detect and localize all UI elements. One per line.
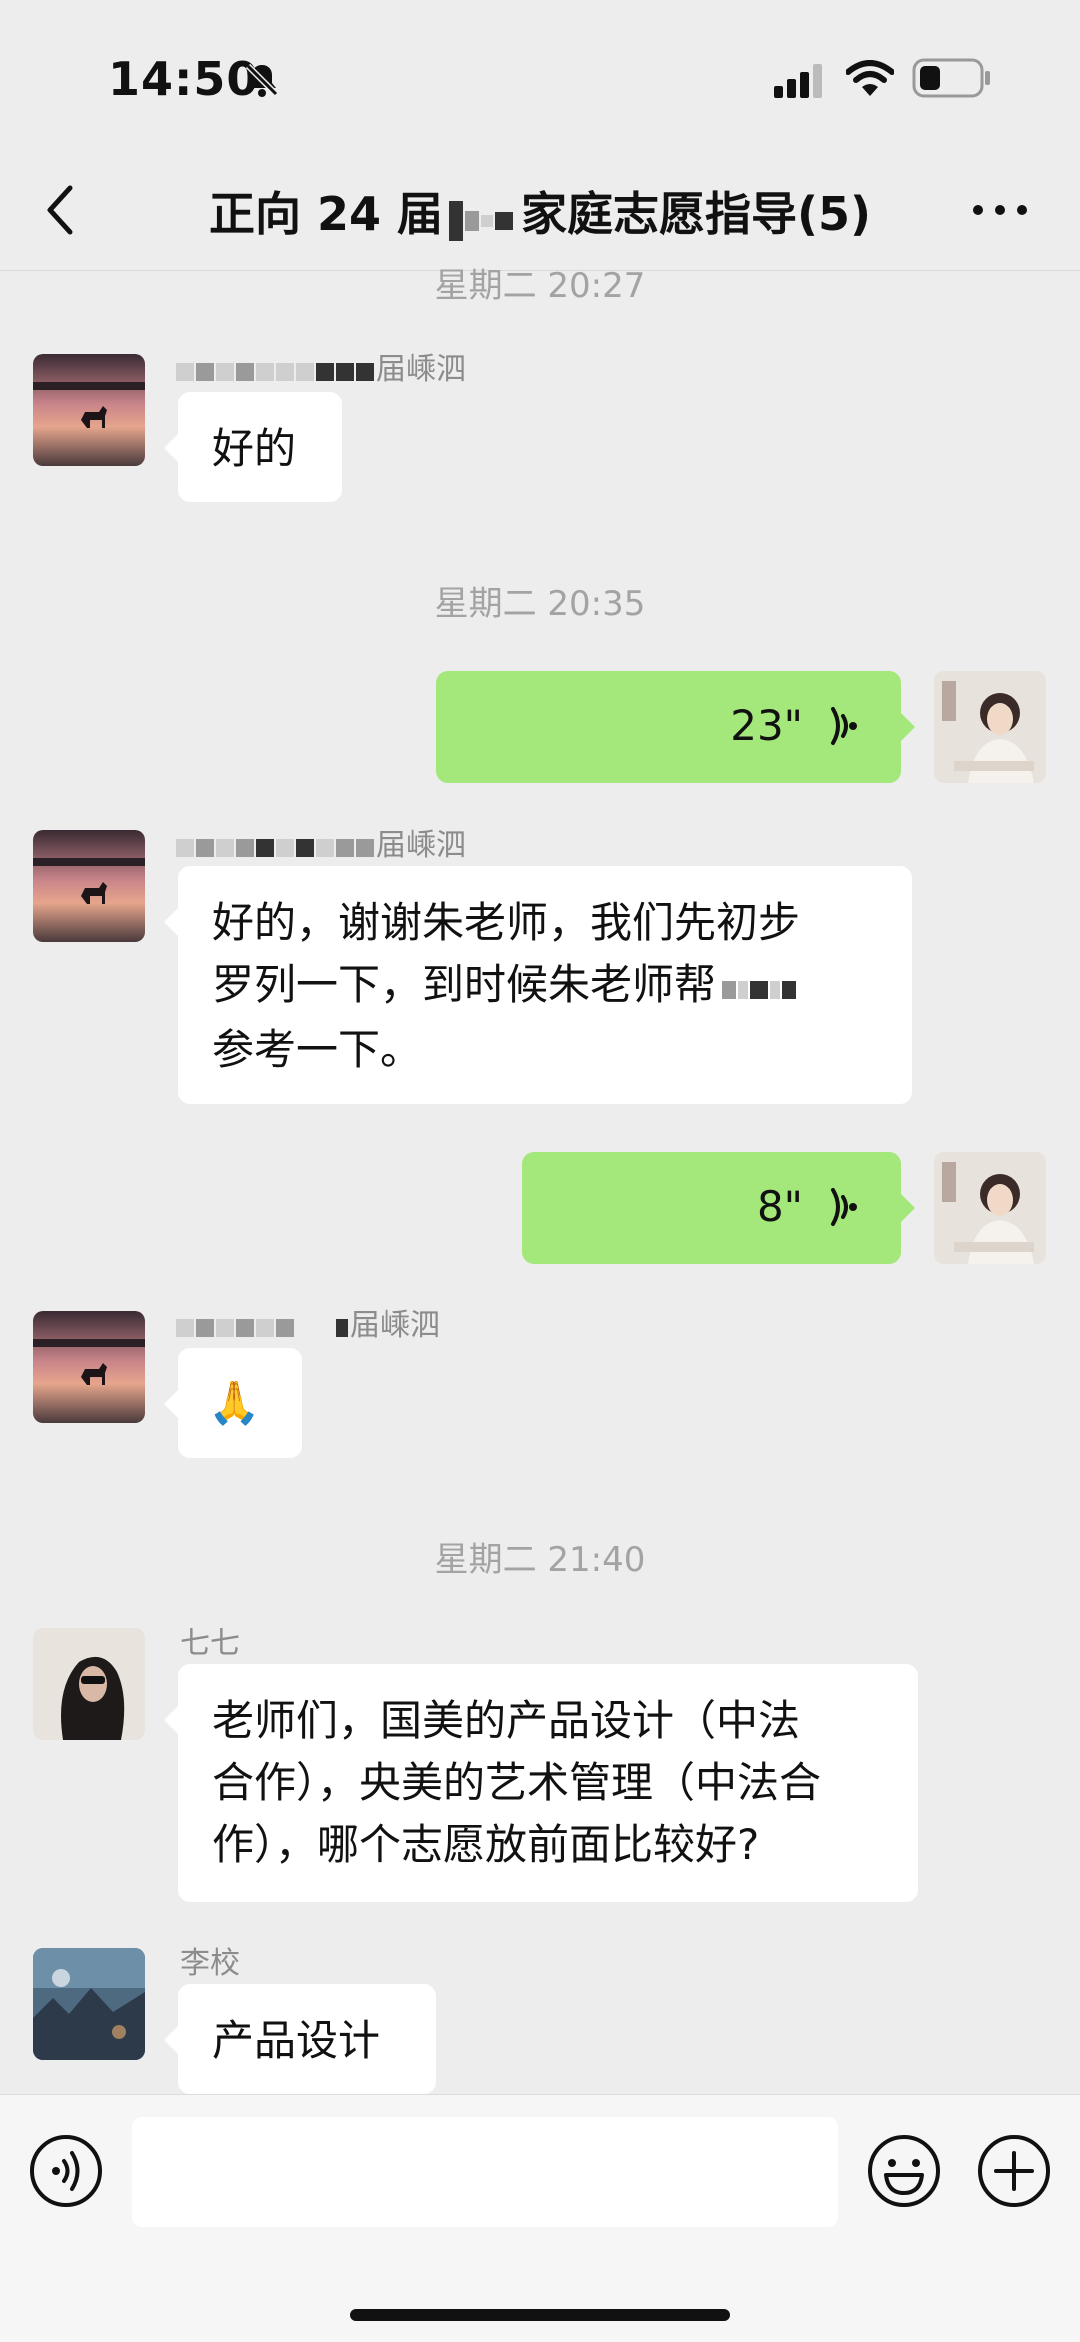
timestamp: 星期二 20:35 [434, 584, 646, 624]
signal-icon [774, 64, 822, 98]
message-text: 好的 [212, 424, 297, 473]
plus-icon[interactable] [976, 2133, 1052, 2209]
chat-title-start: 正向 24 届 [208, 187, 443, 241]
message-text-line: 好的，谢谢朱老师，我们先初步 [212, 898, 801, 947]
redacted-name [448, 191, 515, 245]
voice-message-bubble[interactable]: 8" [522, 1152, 915, 1264]
message-bubble[interactable]: 好的，谢谢朱老师，我们先初步 罗列一下，到时候朱老师帮 参考一下。 [164, 866, 912, 1104]
message-input[interactable] [132, 2117, 838, 2227]
avatar-image [934, 671, 1046, 783]
voice-message-bubble[interactable]: 23" [436, 671, 915, 783]
status-bar: 14:50 [0, 0, 1080, 150]
message-bubble[interactable]: 好的 [164, 392, 342, 502]
chat-title: 正向 24 届 家庭志愿指导(5) [150, 178, 930, 245]
message-bubble[interactable]: 产品设计 [164, 1984, 436, 2094]
avatar-image [33, 1628, 145, 1740]
voice-duration: 23" [730, 701, 803, 750]
chat-header: 正向 24 届 家庭志愿指导(5) [0, 150, 1080, 271]
chat-title-end: 家庭志愿指导(5) [520, 187, 872, 241]
voice-wave-icon [831, 707, 857, 745]
avatar-lixiao[interactable] [33, 1948, 145, 2060]
message-text-line: 参考一下。 [212, 1024, 423, 1074]
message-text-line: 作），哪个志愿放前面比较好? [212, 1820, 760, 1869]
more-dots-icon[interactable] [970, 202, 1030, 218]
sender-name: 李校 [180, 1946, 240, 1981]
timestamp: 星期二 20:27 [434, 266, 646, 306]
avatar-self[interactable] [934, 1152, 1046, 1264]
avatar-image [33, 1311, 145, 1423]
redacted-name [176, 1309, 350, 1344]
message-bubble[interactable]: 老师们，国美的产品设计（中法 合作），央美的艺术管理（中法合 作），哪个志愿放前… [164, 1664, 918, 1902]
message-text-line: 老师们，国美的产品设计（中法 [212, 1696, 801, 1745]
voice-wave-icon [831, 1188, 857, 1226]
timestamp: 星期二 21:40 [434, 1540, 646, 1580]
avatar-image [934, 1152, 1046, 1264]
wifi-icon [846, 60, 894, 96]
avatar-image [33, 1948, 145, 2060]
praying-hands-emoji: 🙏 [208, 1378, 261, 1427]
sender-name: 届嵊泗 [176, 820, 466, 864]
message-text-line: 合作），央美的艺术管理（中法合 [212, 1758, 822, 1807]
message-text-line: 罗列一下，到时候朱老师帮 [212, 954, 878, 1019]
avatar-image [33, 354, 145, 466]
home-indicator[interactable] [350, 2309, 730, 2321]
battery-icon [912, 58, 990, 98]
voice-input-icon[interactable] [28, 2133, 104, 2209]
avatar-sunset-dog[interactable] [33, 830, 145, 942]
status-time: 14:50 [108, 52, 260, 106]
avatar-sunset-dog[interactable] [33, 1311, 145, 1423]
input-bar [0, 2094, 1080, 2342]
message-bubble[interactable]: 🙏 [164, 1348, 302, 1458]
redacted-text [722, 957, 798, 1019]
voice-duration: 8" [756, 1182, 803, 1231]
message-text: 产品设计 [212, 2016, 381, 2065]
avatar-sunset-dog[interactable] [33, 354, 145, 466]
emoji-icon[interactable] [866, 2133, 942, 2209]
sender-name: 届嵊泗 [176, 344, 466, 388]
redacted-name [176, 829, 376, 864]
bell-slash-icon [245, 63, 279, 97]
back-chevron-icon[interactable] [40, 180, 80, 240]
redacted-name [176, 353, 376, 388]
avatar-image [33, 830, 145, 942]
avatar-qiqi[interactable] [33, 1628, 145, 1740]
sender-name: 届嵊泗 [176, 1300, 440, 1344]
avatar-self[interactable] [934, 671, 1046, 783]
sender-name: 七七 [180, 1626, 240, 1661]
